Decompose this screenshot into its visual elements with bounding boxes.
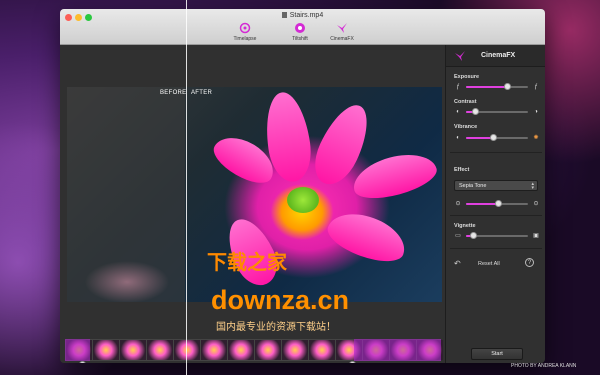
select-arrows-icon: ▴ ▾ (531, 181, 534, 191)
cinemafx-panel: CinemaFX Exposure ƒ ƒ Contrast ◐ ◑ Vibra… (445, 45, 545, 363)
start-button[interactable]: Start (471, 348, 523, 360)
contrast-label: Contrast (454, 99, 477, 105)
tab-cinemafx[interactable]: CinemaFX (322, 22, 362, 42)
tab-tiltshift[interactable]: Tiltshift (280, 22, 320, 42)
watermark-title: 下载之家 (207, 252, 287, 274)
film-frame (147, 340, 173, 360)
trim-region-end (354, 339, 441, 361)
contrast-high-icon: ◑ (534, 109, 538, 115)
film-frame (120, 340, 146, 360)
aperture-large-icon: ƒ (534, 84, 538, 90)
window-title: Stairs.mp4 (60, 12, 545, 19)
undo-icon[interactable]: ↶ (454, 259, 461, 268)
effect-high-icon: ⊙ (533, 201, 539, 207)
exposure-fill (466, 86, 507, 88)
cinemafx-logo-icon (455, 51, 465, 61)
vibrance-label: Vibrance (454, 124, 478, 130)
divider (450, 248, 542, 249)
before-label: BEFORE (160, 90, 187, 96)
effect-low-icon: ⊙ (455, 201, 461, 207)
film-frame (174, 340, 200, 360)
film-frame (228, 340, 254, 360)
vignette-knob[interactable] (470, 232, 478, 239)
contrast-low-icon: ◐ (456, 109, 460, 115)
tab-timelapse-label: Timelapse (233, 36, 257, 42)
timelapse-icon (239, 22, 251, 34)
watermark-tagline: 国内最专业的资源下载站！ (216, 322, 336, 333)
vibrance-knob[interactable] (490, 134, 498, 141)
tab-timelapse[interactable]: Timelapse (225, 22, 265, 42)
divider (450, 215, 542, 216)
panel-header: CinemaFX (446, 45, 545, 67)
vibrance-fill (466, 137, 494, 139)
effect-select-value: Sepia Tone (459, 183, 487, 189)
tab-cinemafx-label: CinemaFX (330, 36, 354, 42)
slider-track (466, 134, 528, 141)
effect-amount-knob[interactable] (495, 200, 503, 207)
help-icon[interactable]: ? (525, 258, 534, 267)
vibrance-low-icon: ◐ (456, 135, 460, 141)
vignette-label: Vignette (454, 223, 476, 229)
window-title-text: Stairs.mp4 (289, 12, 324, 19)
exposure-knob[interactable] (503, 83, 511, 90)
contrast-slider[interactable]: ◐ ◑ (454, 107, 540, 117)
film-frame (201, 340, 227, 360)
color-wheel-icon: ✺ (533, 135, 539, 141)
effect-select[interactable]: Sepia Tone ▴ ▾ (454, 180, 538, 191)
exposure-slider[interactable]: ƒ ƒ (454, 82, 540, 92)
slider-track (466, 200, 528, 207)
tiltshift-icon (295, 23, 305, 33)
photo-credit: PHOTO BY ANDREA KLANN (511, 363, 577, 369)
exposure-label: Exposure (454, 74, 480, 80)
slider-track (466, 108, 528, 115)
vignette-high-icon: ▣ (533, 233, 539, 239)
trim-start-handle[interactable] (79, 361, 86, 363)
filmstrip[interactable] (65, 339, 443, 361)
vibrance-slider[interactable]: ◐ ✺ (454, 133, 540, 143)
divider (450, 152, 542, 153)
effect-amount-fill (466, 203, 499, 205)
cinemafx-icon (337, 23, 347, 33)
before-after-divider[interactable] (186, 0, 187, 375)
reset-row: ↶ Reset All ? (454, 258, 540, 270)
document-icon (281, 12, 287, 18)
before-overlay (67, 87, 185, 302)
petal (348, 146, 441, 206)
effect-amount-slider[interactable]: ⊙ ⊙ (454, 199, 540, 209)
after-label: AFTER (191, 90, 213, 96)
slider-track (466, 232, 528, 239)
effect-label: Effect (454, 167, 470, 173)
panel-title: CinemaFX (481, 52, 516, 59)
titlebar: Stairs.mp4 Timelapse Tiltshift CinemaFX (60, 9, 545, 45)
film-frame (282, 340, 308, 360)
film-frame (93, 340, 119, 360)
petal (322, 204, 412, 270)
tab-tiltshift-label: Tiltshift (292, 36, 308, 42)
lotus-seed-pod (287, 187, 319, 213)
contrast-knob[interactable] (471, 108, 479, 115)
film-frame (255, 340, 281, 360)
trim-region-start (65, 339, 90, 361)
film-frame (309, 340, 335, 360)
vignette-low-icon: ▭ (455, 233, 461, 239)
reset-all-button[interactable]: Reset All (478, 261, 500, 267)
trim-end-handle[interactable] (349, 361, 356, 363)
vignette-slider[interactable]: ▭ ▣ (454, 231, 540, 241)
watermark-url: downza.cn (211, 285, 350, 315)
slider-track (466, 83, 528, 90)
aperture-small-icon: ƒ (456, 84, 460, 90)
